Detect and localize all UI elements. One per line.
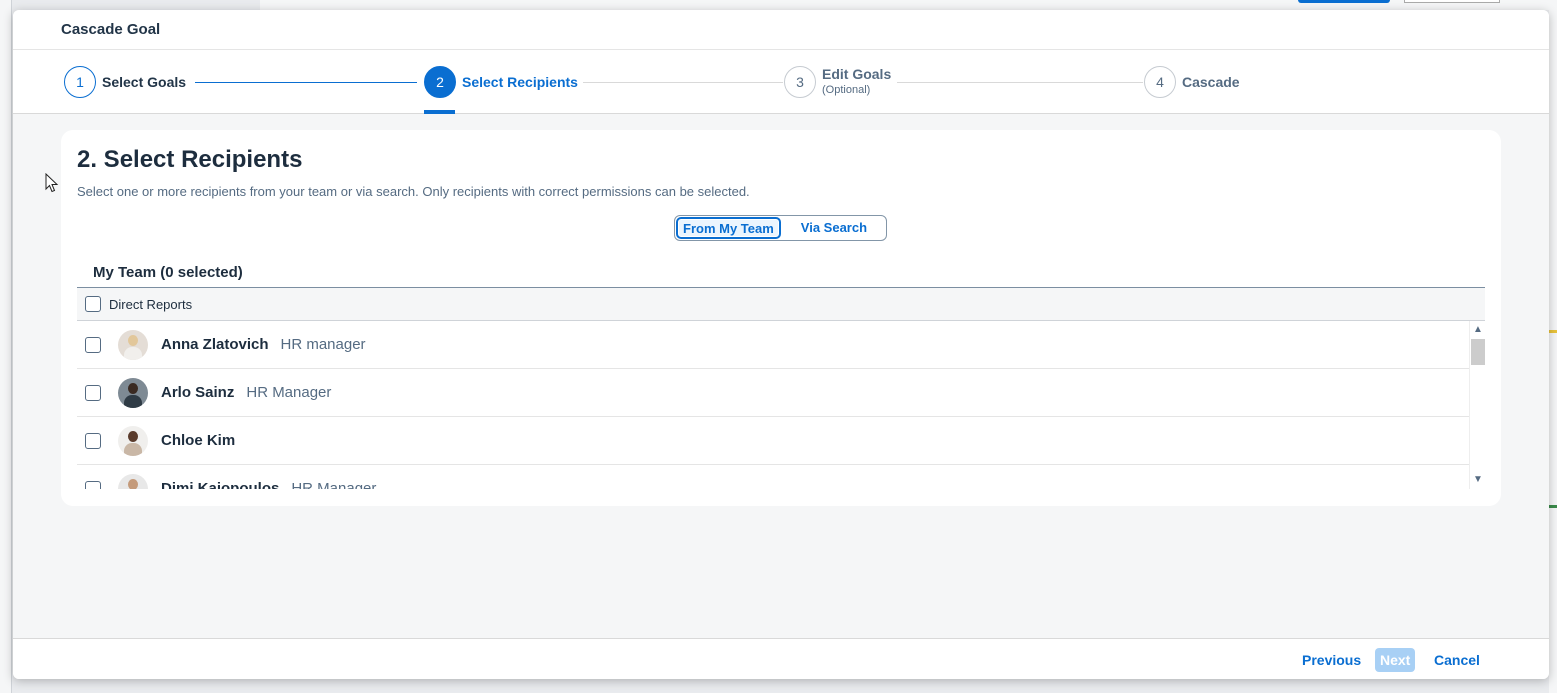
recipient-role: HR Manager [246, 384, 332, 401]
wizard-step-select-goals[interactable]: 1 Select Goals [64, 66, 186, 98]
step-label: Select Recipients [462, 74, 578, 90]
background-accent [1549, 505, 1557, 508]
row-checkbox[interactable] [85, 384, 101, 401]
mouse-pointer-icon [45, 173, 59, 193]
row-checkbox[interactable] [85, 432, 101, 449]
wizard-step-select-recipients[interactable]: 2 Select Recipients [424, 66, 578, 98]
avatar [118, 473, 148, 489]
wizard-progress: 1 Select Goals 2 Select Recipients 3 Edi… [13, 50, 1549, 114]
background-button [1298, 0, 1390, 3]
recipient-role: HR manager [280, 336, 366, 353]
step-number: 1 [64, 66, 96, 98]
step-number: 2 [424, 66, 456, 98]
recipient-name: Anna Zlatovich [161, 336, 269, 353]
step-number: 3 [784, 66, 816, 98]
previous-button[interactable]: Previous [1297, 648, 1366, 672]
step-connector [897, 82, 1143, 83]
from-my-team-button[interactable]: From My Team [676, 217, 781, 239]
cancel-button[interactable]: Cancel [1429, 648, 1485, 672]
background-button [1404, 0, 1500, 3]
scrollbar-thumb[interactable] [1471, 339, 1485, 365]
page-title: 2. Select Recipients [77, 146, 303, 173]
recipient-source-toggle: From My Team Via Search [674, 215, 888, 241]
row-checkbox[interactable] [85, 480, 101, 489]
team-table: Direct Reports Anna Zlatovich HR manager… [77, 287, 1485, 489]
step-sublabel: (Optional) [822, 84, 871, 96]
step-label: Edit Goals [822, 66, 892, 82]
table-row[interactable]: Arlo Sainz HR Manager [77, 369, 1469, 417]
recipient-role: HR Manager [291, 480, 377, 489]
select-recipients-card: 2. Select Recipients Select one or more … [61, 130, 1501, 506]
dialog-footer: Previous Next Cancel [13, 638, 1549, 679]
dialog-title: Cascade Goal [61, 21, 161, 38]
step-number: 4 [1144, 66, 1176, 98]
avatar [118, 329, 148, 360]
active-step-indicator [424, 110, 455, 114]
page-description: Select one or more recipients from your … [77, 184, 750, 199]
step-label: Select Goals [102, 74, 187, 90]
dialog-header: Cascade Goal [13, 10, 1549, 50]
step-label: Cascade [1182, 74, 1240, 90]
select-all-checkbox[interactable] [85, 296, 101, 312]
cascade-goal-dialog: Cascade Goal 1 Select Goals 2 Select Rec… [13, 10, 1549, 679]
list-scrollbar[interactable]: ▲ ▼ [1469, 321, 1485, 489]
table-row[interactable]: Anna Zlatovich HR manager [77, 321, 1469, 369]
step-label-group: Edit Goals (Optional) [822, 66, 891, 98]
table-header: Direct Reports [77, 287, 1485, 321]
table-row[interactable]: Chloe Kim [77, 417, 1469, 465]
team-section-title: My Team (0 selected) [93, 264, 243, 281]
background-right-panel [1549, 0, 1557, 693]
row-checkbox[interactable] [85, 336, 101, 353]
table-row[interactable]: Dimi Kaiopoulos HR Manager [77, 465, 1469, 489]
step-connector [195, 82, 417, 83]
background-sidebar [0, 0, 12, 693]
via-search-button[interactable]: Via Search [782, 216, 886, 240]
chevron-down-icon[interactable]: ▼ [1470, 473, 1485, 487]
recipient-name: Dimi Kaiopoulos [161, 480, 280, 489]
chevron-up-icon[interactable]: ▲ [1470, 323, 1485, 337]
background-accent [1549, 330, 1557, 333]
avatar [118, 377, 148, 408]
avatar [118, 425, 148, 456]
recipient-name: Arlo Sainz [161, 384, 235, 401]
team-list: Anna Zlatovich HR manager Arlo Sainz HR … [77, 321, 1485, 489]
step-connector [583, 82, 783, 83]
next-button[interactable]: Next [1375, 648, 1416, 672]
wizard-step-cascade[interactable]: 4 Cascade [1144, 66, 1240, 98]
wizard-step-edit-goals[interactable]: 3 Edit Goals (Optional) [784, 66, 891, 98]
recipient-name: Chloe Kim [161, 432, 236, 449]
column-header-direct-reports: Direct Reports [109, 296, 193, 312]
